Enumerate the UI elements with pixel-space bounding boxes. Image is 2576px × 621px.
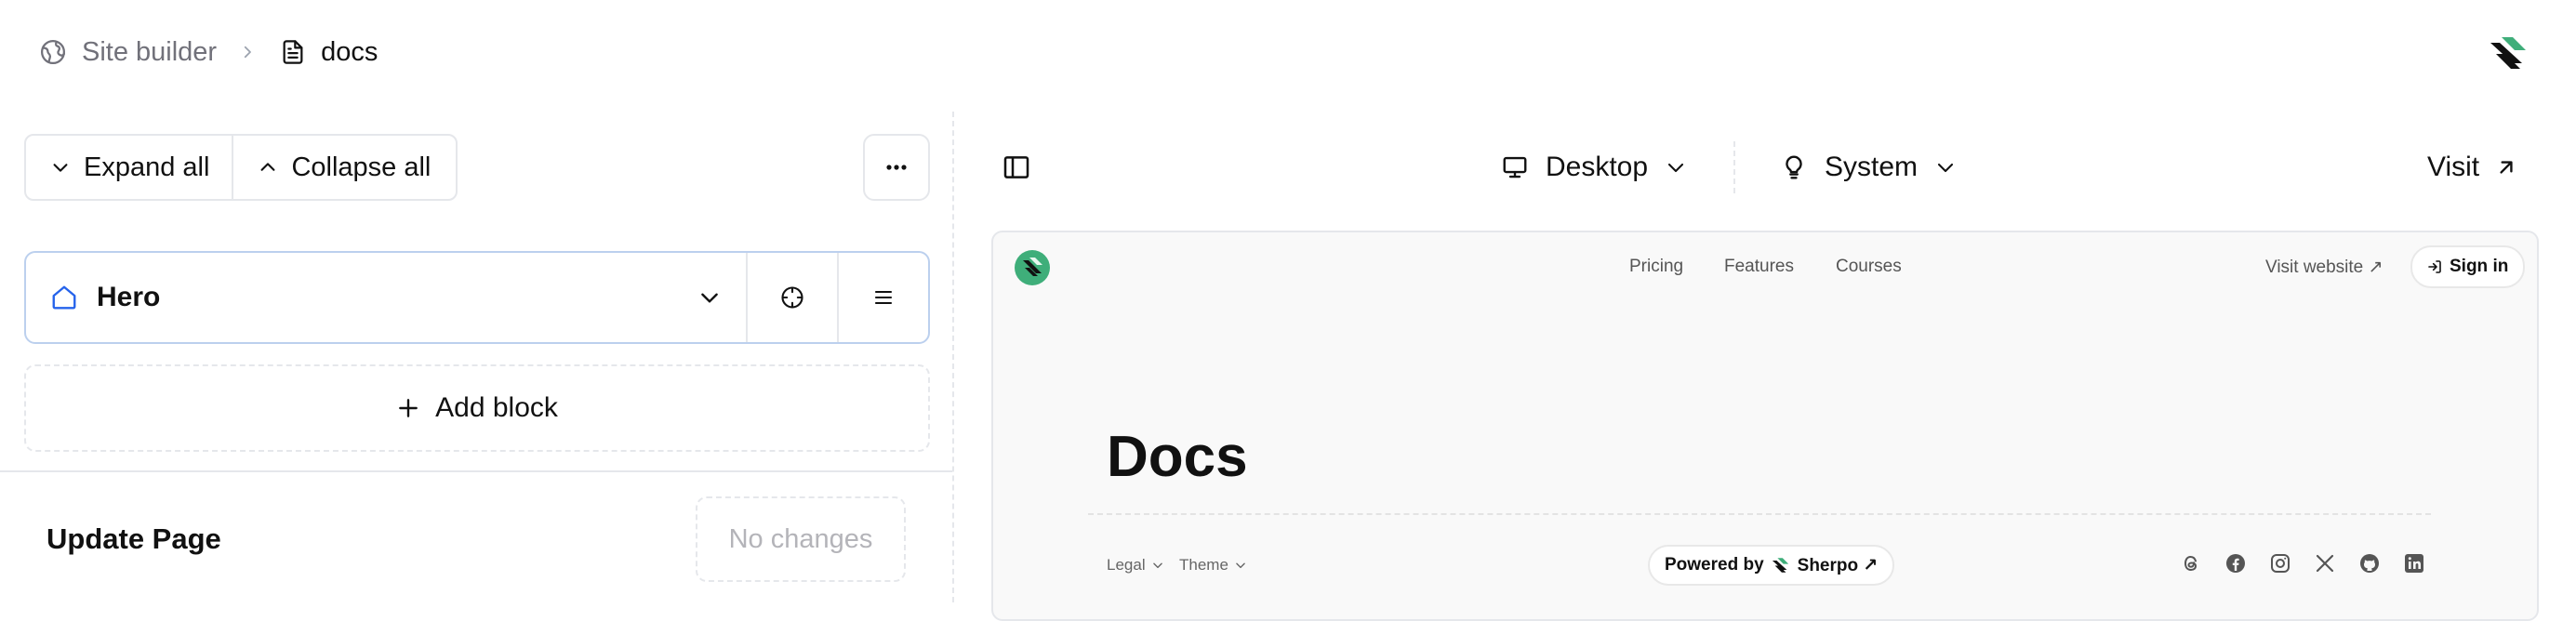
instagram-icon[interactable] [2269, 552, 2291, 575]
log-in-icon [2427, 259, 2442, 274]
preview-nav-courses[interactable]: Courses [1836, 257, 1902, 277]
chevron-up-icon [258, 157, 278, 178]
more-options-button[interactable] [863, 134, 930, 201]
theme-label: System [1825, 152, 1919, 182]
powered-by-badge[interactable]: Powered by Sherpo ↗ [1648, 545, 1895, 586]
theme-footer-label: Theme [1179, 556, 1228, 574]
device-label: Desktop [1546, 152, 1649, 182]
legal-label: Legal [1107, 556, 1146, 574]
preview-divider [1088, 513, 2431, 515]
breadcrumb-site-builder[interactable]: Site builder [39, 37, 217, 68]
globe-icon [39, 38, 67, 66]
ellipsis-icon [885, 164, 908, 171]
threads-icon[interactable] [2180, 552, 2202, 575]
expand-all-button[interactable]: Expand all [26, 136, 232, 199]
monitor-icon [1501, 153, 1529, 181]
chevron-right-icon [239, 44, 256, 60]
theme-select[interactable]: System [1780, 143, 1957, 192]
arrow-up-right-icon [2494, 155, 2518, 179]
sherpo-mini-icon [1772, 557, 1790, 574]
locate-block-button[interactable] [746, 253, 837, 342]
sherpo-logo-icon[interactable] [2489, 35, 2530, 71]
block-hero-toggle[interactable]: Hero [26, 253, 746, 342]
block-row-hero: Hero [24, 251, 930, 344]
preview-nav-pricing[interactable]: Pricing [1629, 257, 1683, 277]
breadcrumb-root-label: Site builder [82, 36, 218, 67]
file-icon [280, 38, 306, 66]
chevron-down-icon [1934, 156, 1957, 178]
menu-icon [871, 286, 896, 309]
breadcrumb-current-label: docs [321, 36, 378, 67]
breadcrumb-current: docs [280, 37, 378, 68]
panel-splitter[interactable] [952, 112, 954, 602]
x-icon[interactable] [2314, 552, 2336, 575]
device-select[interactable]: Desktop [1501, 143, 1687, 192]
block-label: Hero [97, 282, 161, 312]
preview-sign-in-button[interactable]: Sign in [2410, 245, 2526, 288]
lightbulb-icon [1780, 153, 1808, 181]
preview-legal-dropdown[interactable]: Legal [1107, 556, 1164, 575]
chevron-down-icon [1151, 559, 1164, 572]
expand-all-label: Expand all [84, 152, 210, 182]
preview-nav-features[interactable]: Features [1724, 257, 1794, 277]
powered-by-brand: Sherpo ↗ [1797, 555, 1879, 575]
visit-label: Visit [2427, 152, 2480, 182]
chevron-down-icon [697, 285, 722, 310]
chevron-down-icon [1665, 156, 1687, 178]
collapse-all-label: Collapse all [291, 152, 432, 182]
social-links [2180, 552, 2425, 575]
add-block-button[interactable]: Add block [24, 364, 930, 452]
linkedin-icon[interactable] [2403, 552, 2425, 575]
home-icon [50, 284, 78, 311]
preview-page-title: Docs [1107, 425, 1248, 489]
panel-divider [0, 470, 952, 472]
facebook-icon[interactable] [2224, 552, 2247, 575]
visit-button[interactable]: Visit [2427, 143, 2518, 192]
chevron-down-icon [1234, 559, 1247, 572]
preview-visit-website-link[interactable]: Visit website ↗ [2265, 257, 2383, 278]
toolbar-separator [1733, 141, 1735, 193]
update-page-title: Update Page [46, 522, 221, 555]
plus-icon [396, 396, 420, 420]
sidebar-icon [1001, 152, 1032, 182]
sidebar-toggle-button[interactable] [1001, 152, 1032, 182]
site-preview: Pricing Features Courses Visit website ↗… [991, 231, 2539, 621]
powered-by-label: Powered by [1665, 555, 1764, 575]
add-block-label: Add block [435, 392, 558, 423]
preview-logo-icon[interactable] [1014, 249, 1051, 286]
breadcrumb: Site builder docs [39, 30, 378, 74]
collapse-all-button[interactable]: Collapse all [232, 136, 453, 199]
chevron-down-icon [50, 157, 71, 178]
sign-in-label: Sign in [2450, 257, 2509, 276]
expand-collapse-group: Expand all Collapse all [24, 134, 458, 201]
crosshair-icon [779, 284, 805, 310]
github-icon[interactable] [2358, 552, 2381, 575]
drag-handle-button[interactable] [837, 253, 928, 342]
no-changes-button[interactable]: No changes [696, 496, 906, 582]
preview-theme-dropdown[interactable]: Theme [1179, 556, 1247, 575]
